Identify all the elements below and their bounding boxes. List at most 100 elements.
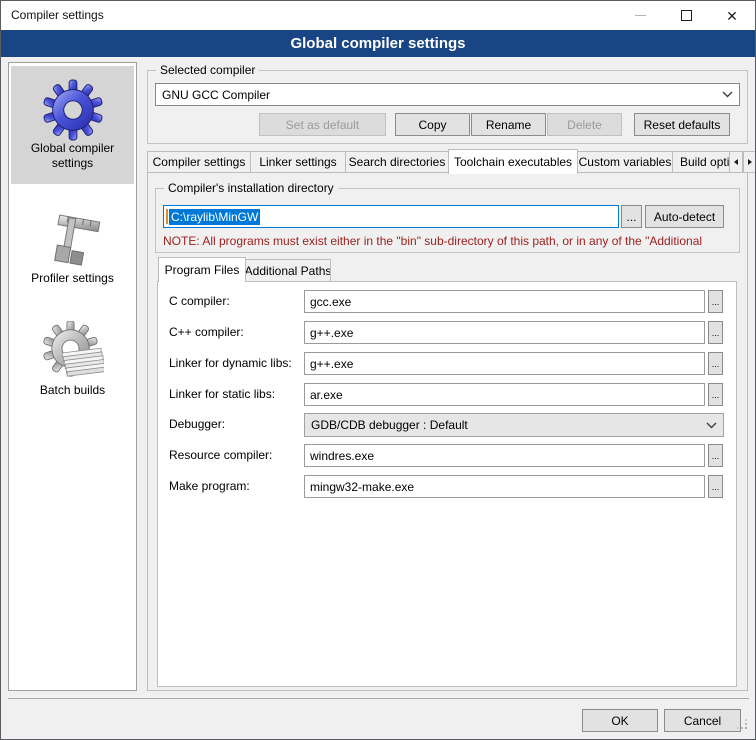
ok-button[interactable]: OK xyxy=(582,709,658,732)
tab-label: Program Files xyxy=(165,263,240,277)
ellipsis-icon: ... xyxy=(712,359,720,369)
tab-label: Additional Paths xyxy=(245,264,331,278)
c-compiler-label: C compiler: xyxy=(169,294,230,308)
ellipsis-icon: ... xyxy=(712,297,720,307)
dynamic-linker-label: Linker for dynamic libs: xyxy=(169,356,292,370)
button-label: Auto-detect xyxy=(654,210,715,224)
field-value: ar.exe xyxy=(310,388,343,402)
resource-compiler-label: Resource compiler: xyxy=(169,448,272,462)
cpp-compiler-label: C++ compiler: xyxy=(169,325,244,339)
static-linker-browse-button[interactable]: ... xyxy=(708,383,723,406)
field-value: gcc.exe xyxy=(310,295,351,309)
c-compiler-browse-button[interactable]: ... xyxy=(708,290,723,313)
ellipsis-icon: ... xyxy=(712,390,720,400)
text-caret xyxy=(166,209,168,224)
window-title: Compiler settings xyxy=(11,8,104,22)
sidebar-item-label: Global compiler settings xyxy=(11,141,134,171)
tab-label: Linker settings xyxy=(259,155,336,169)
reset-defaults-button[interactable]: Reset defaults xyxy=(634,113,730,136)
dialog-banner: Global compiler settings xyxy=(1,30,755,57)
button-label: Rename xyxy=(486,118,531,132)
ellipsis-icon: ... xyxy=(712,482,720,492)
cpp-compiler-browse-button[interactable]: ... xyxy=(708,321,723,344)
set-as-default-button[interactable]: Set as default xyxy=(259,113,386,136)
copy-button[interactable]: Copy xyxy=(395,113,470,136)
settings-sidebar: Global compiler settings Profiler settin… xyxy=(8,62,137,691)
arrow-right-icon xyxy=(748,159,752,165)
install-dir-group-label: Compiler's installation directory xyxy=(164,181,338,195)
dynamic-linker-input[interactable]: g++.exe xyxy=(304,352,705,375)
install-dir-value: C:\raylib\MinGW xyxy=(169,209,260,225)
field-value: windres.exe xyxy=(310,449,374,463)
sidebar-item-profiler-settings[interactable]: Profiler settings xyxy=(11,191,134,303)
resource-compiler-input[interactable]: windres.exe xyxy=(304,444,705,467)
tab-compiler-settings[interactable]: Compiler settings xyxy=(147,151,251,172)
gray-gear-stack-icon xyxy=(42,321,104,383)
cpp-compiler-input[interactable]: g++.exe xyxy=(304,321,705,344)
resource-compiler-browse-button[interactable]: ... xyxy=(708,444,723,467)
title-bar: Compiler settings ✕ xyxy=(1,1,755,30)
arrow-left-icon xyxy=(734,159,738,165)
tab-scroll-left-button[interactable] xyxy=(729,151,743,173)
button-label: Set as default xyxy=(286,118,359,132)
c-compiler-input[interactable]: gcc.exe xyxy=(304,290,705,313)
debugger-select[interactable]: GDB/CDB debugger : Default xyxy=(304,413,724,437)
subtab-additional-paths[interactable]: Additional Paths xyxy=(245,259,331,281)
button-label: Copy xyxy=(418,118,446,132)
field-value: GDB/CDB debugger : Default xyxy=(311,418,706,432)
tab-scroll-right-button[interactable] xyxy=(743,151,756,173)
banner-title: Global compiler settings xyxy=(290,35,465,52)
minimize-icon xyxy=(635,15,646,16)
chevron-down-icon xyxy=(722,91,733,98)
resize-grip[interactable] xyxy=(737,719,739,721)
ellipsis-icon: ... xyxy=(626,210,636,224)
ellipsis-icon: ... xyxy=(712,451,720,461)
make-program-input[interactable]: mingw32-make.exe xyxy=(304,475,705,498)
button-label: Reset defaults xyxy=(644,118,721,132)
close-button[interactable]: ✕ xyxy=(709,1,755,30)
tab-label: Toolchain executables xyxy=(454,155,572,169)
sidebar-item-label: Profiler settings xyxy=(31,271,114,286)
compiler-settings-window: Compiler settings ✕ Global compiler sett… xyxy=(0,0,756,740)
install-dir-browse-button[interactable]: ... xyxy=(621,205,642,228)
tab-search-directories[interactable]: Search directories xyxy=(345,151,449,172)
selected-compiler-group-label: Selected compiler xyxy=(156,63,259,77)
tab-custom-variables[interactable]: Custom variables xyxy=(577,151,673,172)
field-value: g++.exe xyxy=(310,357,353,371)
minimize-button[interactable] xyxy=(617,1,663,30)
maximize-icon xyxy=(681,10,692,21)
footer-separator xyxy=(8,698,749,699)
tab-label: Compiler settings xyxy=(153,155,246,169)
tab-toolchain-executables[interactable]: Toolchain executables xyxy=(448,149,578,174)
tab-label: Build options xyxy=(680,155,730,169)
make-program-label: Make program: xyxy=(169,479,250,493)
ellipsis-icon: ... xyxy=(712,328,720,338)
make-program-browse-button[interactable]: ... xyxy=(708,475,723,498)
maximize-button[interactable] xyxy=(663,1,709,30)
tab-label: Search directories xyxy=(349,155,446,169)
chevron-down-icon xyxy=(706,422,717,429)
sidebar-item-label: Batch builds xyxy=(40,383,105,398)
program-files-page: C compiler: gcc.exe ... C++ compiler: g+… xyxy=(157,281,737,687)
button-label: OK xyxy=(611,714,628,728)
sidebar-item-batch-builds[interactable]: Batch builds xyxy=(11,307,134,411)
dynamic-linker-browse-button[interactable]: ... xyxy=(708,352,723,375)
cancel-button[interactable]: Cancel xyxy=(664,709,741,732)
delete-button[interactable]: Delete xyxy=(547,113,622,136)
field-value: g++.exe xyxy=(310,326,353,340)
sidebar-item-global-compiler-settings[interactable]: Global compiler settings xyxy=(11,66,134,184)
tab-linker-settings[interactable]: Linker settings xyxy=(250,151,346,172)
close-icon: ✕ xyxy=(726,9,738,23)
auto-detect-button[interactable]: Auto-detect xyxy=(645,205,724,228)
rename-button[interactable]: Rename xyxy=(471,113,546,136)
compiler-select-value: GNU GCC Compiler xyxy=(162,88,722,102)
tab-build-options[interactable]: Build options xyxy=(672,151,730,172)
debugger-label: Debugger: xyxy=(169,417,225,431)
tab-label: Custom variables xyxy=(579,155,672,169)
install-dir-input[interactable]: C:\raylib\MinGW xyxy=(163,205,619,228)
compiler-select[interactable]: GNU GCC Compiler xyxy=(155,83,740,106)
blue-gear-icon xyxy=(42,79,104,141)
static-linker-input[interactable]: ar.exe xyxy=(304,383,705,406)
subtab-program-files[interactable]: Program Files xyxy=(158,257,246,282)
field-value: mingw32-make.exe xyxy=(310,480,414,494)
